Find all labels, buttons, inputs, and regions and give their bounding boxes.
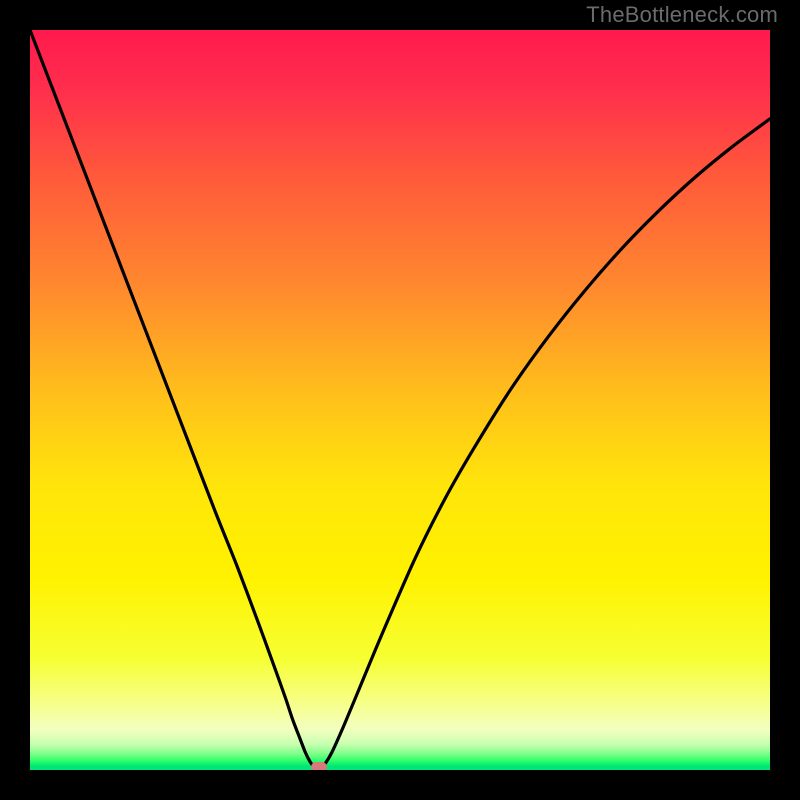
bottleneck-curve (30, 30, 770, 770)
chart-frame: TheBottleneck.com (0, 0, 800, 800)
minimum-marker (311, 762, 327, 770)
plot-area (30, 30, 770, 770)
attribution-text: TheBottleneck.com (586, 2, 778, 28)
